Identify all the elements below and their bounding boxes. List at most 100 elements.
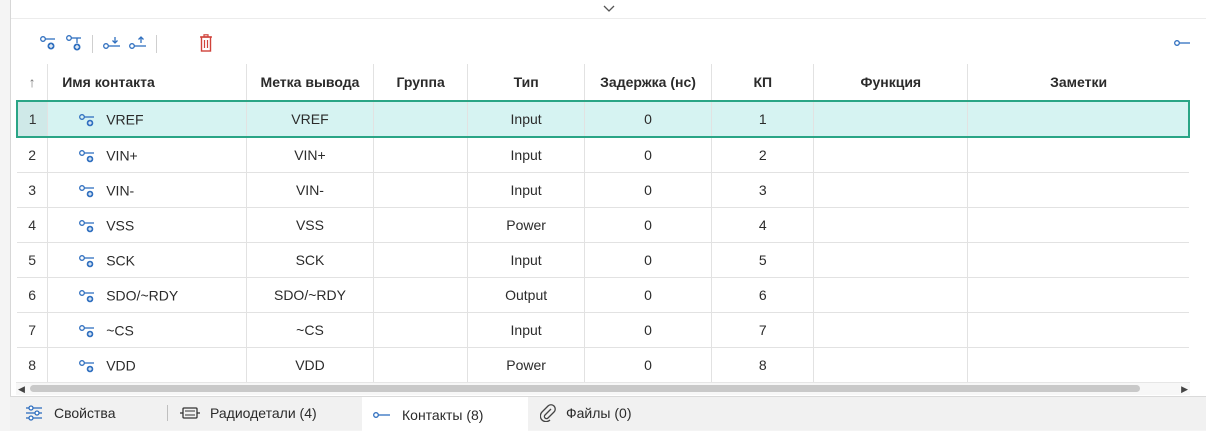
pad-cell[interactable]: 3 (711, 172, 815, 208)
type-cell[interactable]: Input (467, 242, 586, 278)
export-pins-button[interactable] (127, 32, 149, 54)
scroll-right-icon[interactable]: ▶ (1181, 383, 1188, 395)
group-cell[interactable] (373, 347, 469, 383)
delay-cell[interactable]: 0 (584, 312, 713, 348)
sort-column-header[interactable]: ↑ (17, 64, 49, 102)
table-row[interactable]: 6 SDO/~RDY SDO/~RDY Output 0 6 (17, 277, 1189, 313)
pin-label-cell[interactable]: SDO/~RDY (246, 277, 374, 313)
pin-label-cell[interactable]: VIN- (246, 172, 374, 208)
pin-name-cell[interactable]: VIN+ (47, 137, 247, 173)
group-cell[interactable] (373, 172, 469, 208)
delay-cell[interactable]: 0 (584, 277, 713, 313)
notes-cell[interactable] (967, 172, 1189, 208)
import-pins-button[interactable] (101, 32, 123, 54)
tab-files[interactable]: Файлы (0) (540, 397, 631, 429)
type-cell[interactable]: Power (467, 207, 586, 243)
pin-label-cell[interactable]: VDD (246, 347, 374, 383)
tab-properties[interactable]: Свойства (24, 397, 115, 429)
notes-cell[interactable] (967, 207, 1189, 243)
delay-cell[interactable]: 0 (584, 347, 713, 383)
add-pin-button[interactable] (37, 32, 59, 54)
group-cell[interactable] (373, 207, 469, 243)
type-cell[interactable]: Power (467, 347, 586, 383)
table-row[interactable]: 3 VIN- VIN- Input 0 3 (17, 172, 1189, 208)
delay-cell[interactable]: 0 (584, 207, 713, 243)
delay-cell[interactable]: 0 (584, 137, 713, 173)
pin-name-cell[interactable]: VIN- (47, 172, 247, 208)
tab-contacts[interactable]: Контакты (8) (362, 397, 528, 431)
pin-name-text: ~CS (106, 322, 134, 339)
group-cell[interactable] (373, 242, 469, 278)
notes-cell[interactable] (967, 137, 1189, 173)
pad-cell[interactable]: 6 (711, 277, 815, 313)
pin-name-cell[interactable]: ~CS (47, 312, 247, 348)
pad-cell[interactable]: 7 (711, 312, 815, 348)
collapse-bar[interactable] (11, 0, 1206, 19)
horizontal-scrollbar[interactable]: ◀ ▶ (16, 382, 1190, 395)
pin-name-column-header[interactable]: Имя контакта (47, 64, 247, 102)
group-cell[interactable] (373, 100, 469, 138)
table-row[interactable]: 1 VREF VREF Input 0 1 (16, 100, 1191, 138)
notes-cell[interactable] (967, 100, 1191, 138)
pad-cell[interactable]: 4 (711, 207, 815, 243)
type-cell[interactable]: Input (467, 172, 586, 208)
pin-name-cell[interactable]: VDD (47, 347, 247, 383)
type-cell[interactable]: Input (467, 100, 586, 138)
pin-label-cell[interactable]: VIN+ (246, 137, 374, 173)
function-cell[interactable] (813, 242, 969, 278)
notes-cell[interactable] (967, 347, 1189, 383)
group-column-header[interactable]: Группа (373, 64, 469, 102)
table-row[interactable]: 4 VSS VSS Power 0 4 (17, 207, 1189, 243)
group-cell[interactable] (373, 277, 469, 313)
delay-cell[interactable]: 0 (584, 100, 713, 138)
pin-name-cell[interactable]: VSS (47, 207, 247, 243)
scroll-left-icon[interactable]: ◀ (18, 383, 25, 395)
bottom-tab-bar: Свойства Радиодетали (4) Контакты (8) Фа… (10, 396, 1206, 431)
pad-cell[interactable]: 5 (711, 242, 815, 278)
function-cell[interactable] (813, 312, 969, 348)
add-pin-below-button[interactable] (63, 32, 85, 54)
scrollbar-thumb[interactable] (30, 385, 1140, 392)
notes-cell[interactable] (967, 242, 1189, 278)
pad-cell[interactable]: 8 (711, 347, 815, 383)
table-row[interactable]: 2 VIN+ VIN+ Input 0 2 (17, 137, 1189, 173)
pad-column-header[interactable]: КП (711, 64, 815, 102)
pin-label-cell[interactable]: ~CS (246, 312, 374, 348)
pin-label-cell[interactable]: VSS (246, 207, 374, 243)
table-row[interactable]: 5 SCK SCK Input 0 5 (17, 242, 1189, 278)
function-column-header[interactable]: Функция (813, 64, 969, 102)
function-cell[interactable] (813, 277, 969, 313)
type-cell[interactable]: Input (467, 137, 586, 173)
pad-cell[interactable]: 1 (711, 100, 815, 138)
pin-name-cell[interactable]: SCK (47, 242, 247, 278)
type-cell[interactable]: Input (467, 312, 586, 348)
pin-name-cell[interactable]: SDO/~RDY (47, 277, 247, 313)
function-cell[interactable] (813, 172, 969, 208)
notes-cell[interactable] (967, 277, 1189, 313)
function-cell[interactable] (813, 347, 969, 383)
table-row[interactable]: 8 VDD VDD Power 0 8 (17, 347, 1189, 383)
tab-components[interactable]: Радиодетали (4) (180, 397, 317, 429)
notes-column-header[interactable]: Заметки (967, 64, 1189, 102)
pin-label-column-header[interactable]: Метка вывода (246, 64, 374, 102)
tab-properties-label: Свойства (54, 405, 116, 421)
chevron-down-icon[interactable] (603, 5, 615, 13)
function-cell[interactable] (813, 100, 969, 138)
delay-cell[interactable]: 0 (584, 242, 713, 278)
function-cell[interactable] (813, 207, 969, 243)
function-cell[interactable] (813, 137, 969, 173)
notes-cell[interactable] (967, 312, 1189, 348)
pin-label-cell[interactable]: SCK (246, 242, 374, 278)
pin-mode-button[interactable] (1171, 32, 1193, 54)
pin-name-cell[interactable]: VREF (47, 100, 247, 138)
delay-cell[interactable]: 0 (584, 172, 713, 208)
group-cell[interactable] (373, 312, 469, 348)
delay-column-header[interactable]: Задержка (нс) (584, 64, 713, 102)
pin-label-cell[interactable]: VREF (246, 100, 374, 138)
delete-pin-button[interactable] (195, 32, 217, 54)
pad-cell[interactable]: 2 (711, 137, 815, 173)
table-row[interactable]: 7 ~CS ~CS Input 0 7 (17, 312, 1189, 348)
group-cell[interactable] (373, 137, 469, 173)
type-column-header[interactable]: Тип (467, 64, 586, 102)
type-cell[interactable]: Output (467, 277, 586, 313)
